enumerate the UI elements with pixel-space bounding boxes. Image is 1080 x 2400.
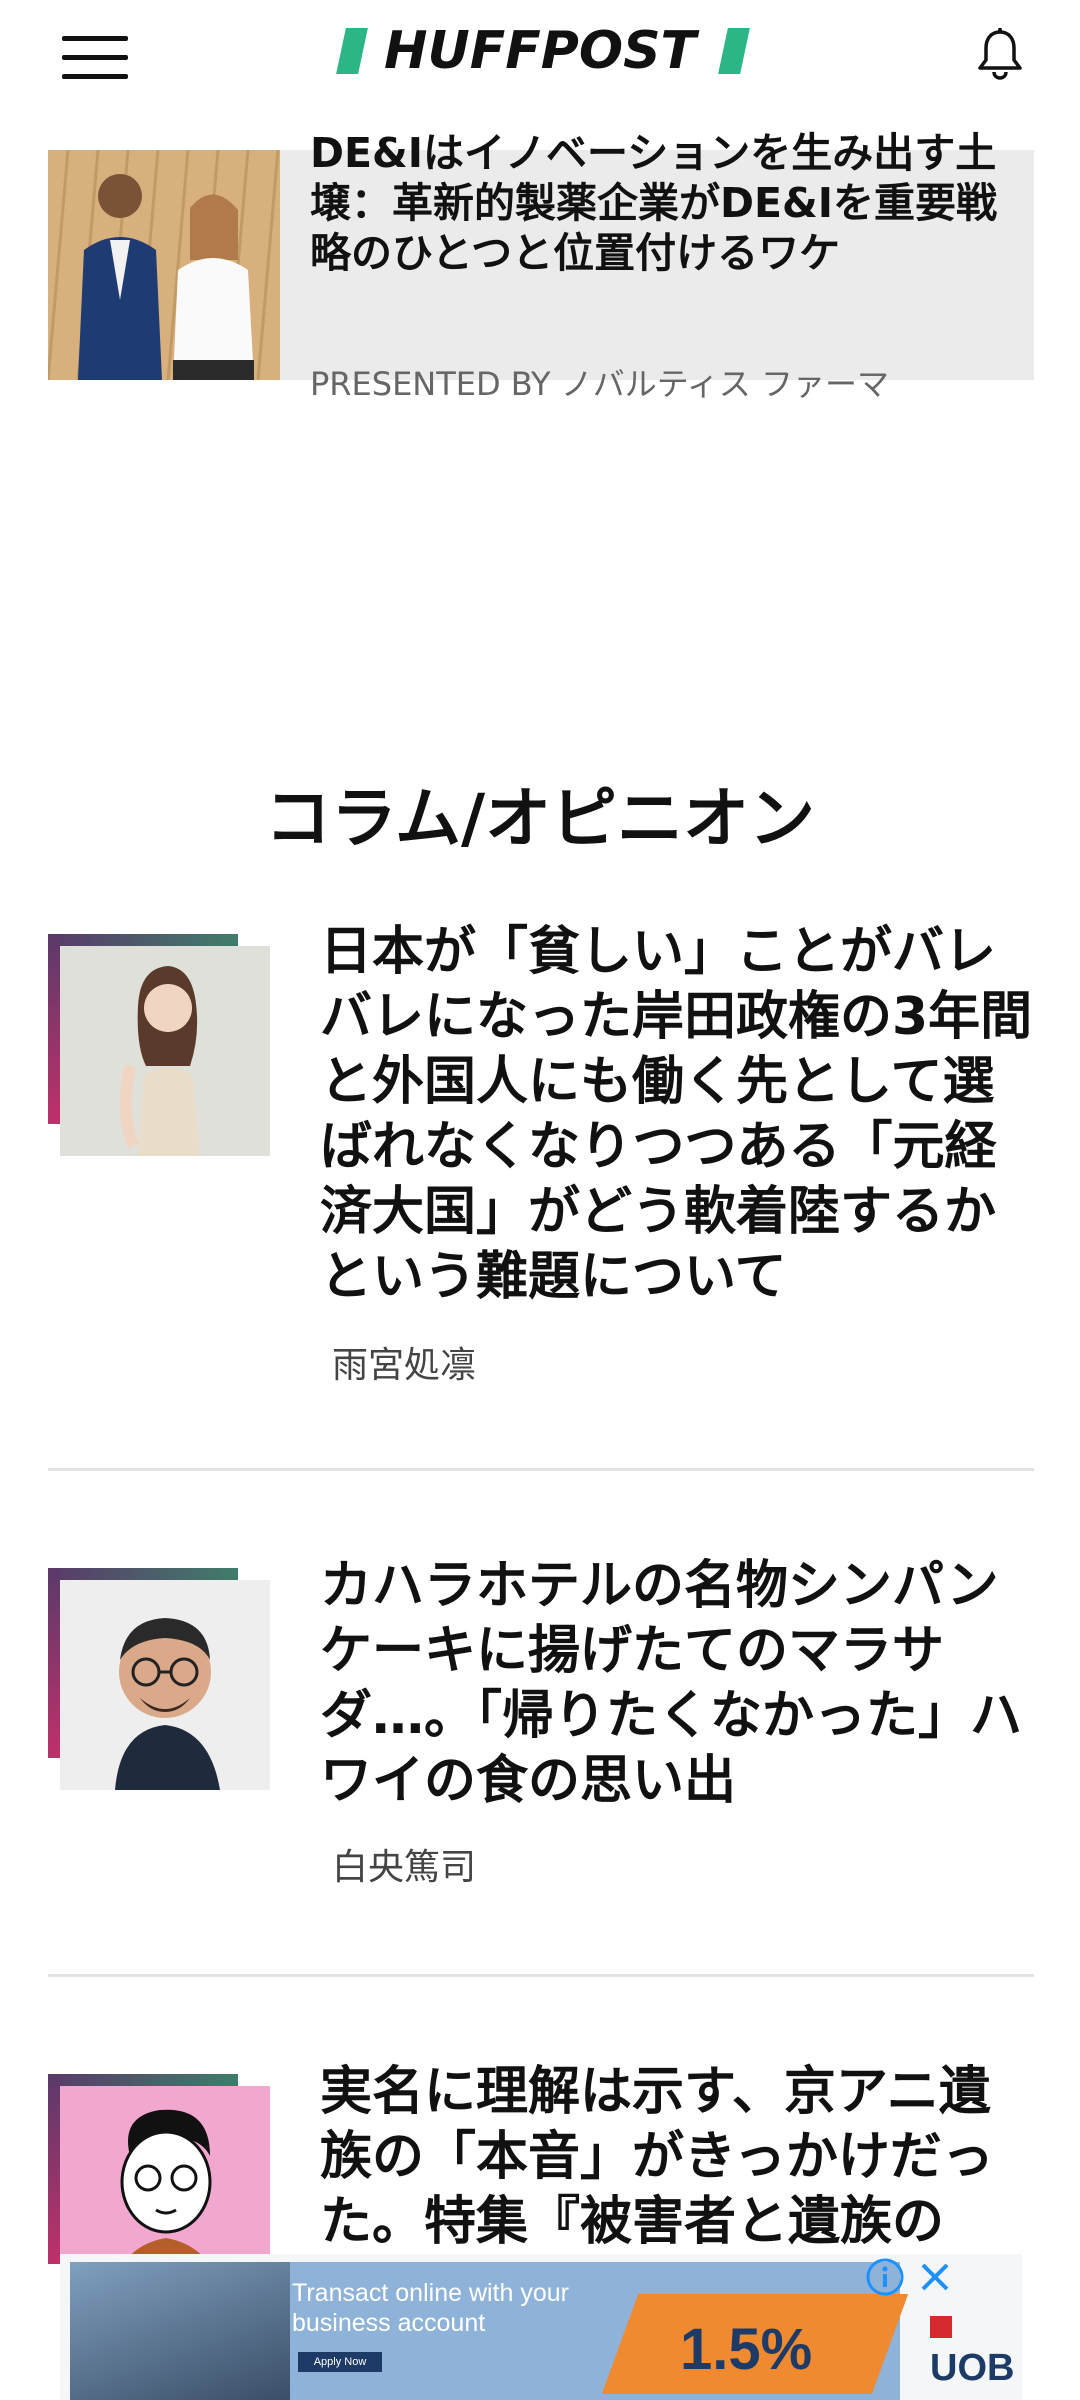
section-heading: コラム/オピニオン xyxy=(264,780,816,857)
article-title[interactable]: カハラホテルの名物シンパンケーキに揚げたてのマラサダ…。「帰りたくなかった」ハワ… xyxy=(320,1554,1040,1814)
ad-rate: 1.5% xyxy=(680,2317,813,2382)
promo-sponsor-label: PRESENTED BY ノバルティス ファーマ xyxy=(310,365,889,403)
close-icon[interactable] xyxy=(914,2256,956,2298)
author-photo xyxy=(60,1580,270,1790)
author-thumbnail xyxy=(48,1568,282,1808)
ad-apply-button[interactable]: Apply Now xyxy=(298,2352,382,2372)
article-author[interactable]: 雨宮処凛 xyxy=(332,1344,476,1388)
hamburger-menu-icon[interactable] xyxy=(62,36,128,82)
article-title[interactable]: 日本が「貧しい」ことがバレバレになった岸田政権の3年間と外国人にも働く先として選… xyxy=(320,920,1040,1310)
article-author[interactable]: 白央篤司 xyxy=(332,1846,476,1890)
ad-headline: Transact online with your business accou… xyxy=(292,2279,569,2337)
author-photo xyxy=(60,946,270,1156)
author-thumbnail xyxy=(48,934,282,1174)
list-item[interactable]: 日本が「貧しい」ことがバレバレになった岸田政権の3年間と外国人にも働く先として選… xyxy=(48,922,1034,1404)
huffpost-logo[interactable]: HUFFPOST xyxy=(335,22,750,80)
promo-image xyxy=(48,150,280,380)
bell-icon[interactable] xyxy=(974,26,1026,82)
ad-brand-text: UOB xyxy=(930,2347,1015,2389)
list-item[interactable]: カハラホテルの名物シンパンケーキに揚げたてのマラサダ…。「帰りたくなかった」ハワ… xyxy=(48,1556,1034,1908)
promo-title[interactable]: DE&Iはイノベーションを生み出す土壌：革新的製薬企業がDE&Iを重要戦略のひと… xyxy=(310,128,1010,278)
article-title[interactable]: 実名に理解は示す、京アニ遺族の「本音」がきっかけだった。特集『被害者と遺族の xyxy=(320,2060,1040,2255)
logo-text: HUFFPOST xyxy=(383,21,697,81)
divider xyxy=(48,1468,1034,1471)
top-bar: HUFFPOST xyxy=(0,0,1080,110)
ad-photo xyxy=(70,2262,295,2400)
info-icon[interactable] xyxy=(864,2256,906,2298)
divider xyxy=(48,1974,1034,1977)
ad-brand-logo: UOB xyxy=(930,2304,1022,2390)
